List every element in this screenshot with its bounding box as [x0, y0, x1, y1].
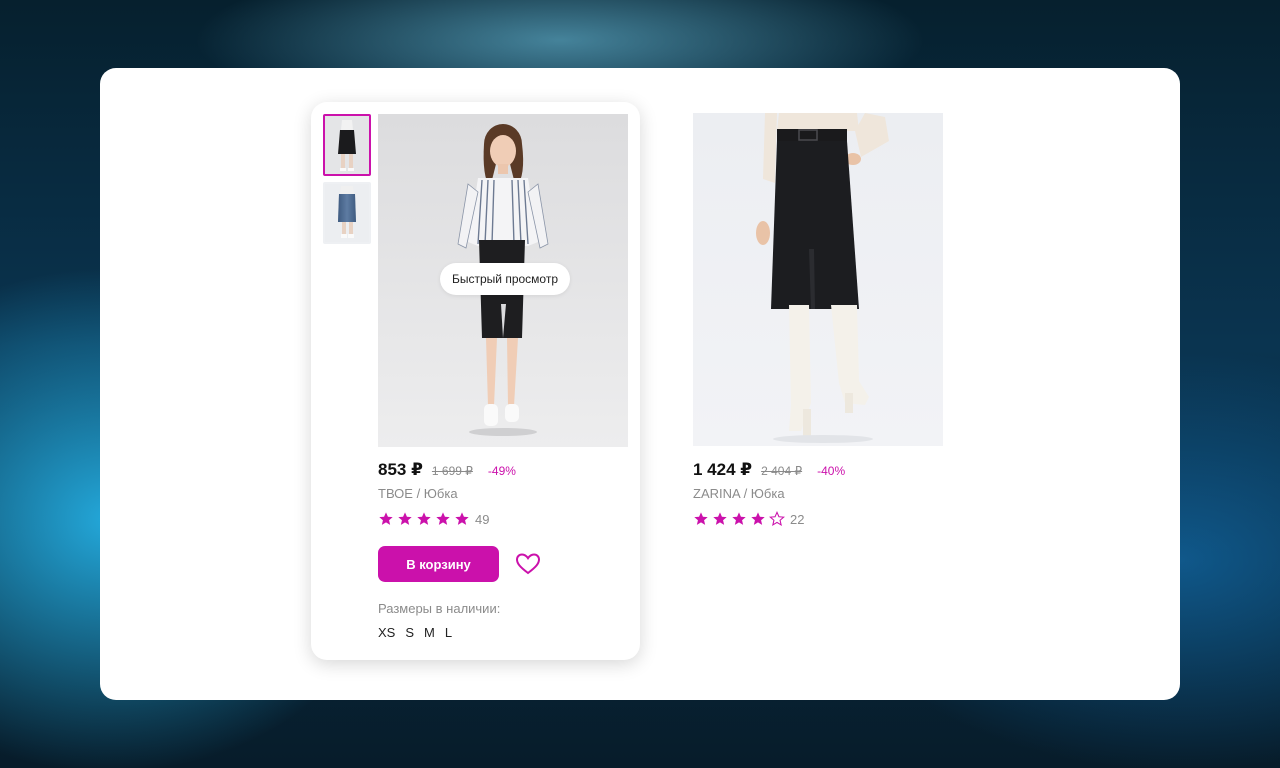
star-filled-icon	[732, 512, 746, 525]
star-filled-icon	[436, 512, 450, 525]
thumbnail-1[interactable]	[323, 114, 371, 176]
size-option[interactable]: S	[405, 625, 414, 640]
product-listing-panel: Быстрый просмотр 853 ₽ 1 699 ₽ -49% ТВОЕ…	[100, 68, 1180, 700]
price-row-2: 1 424 ₽ 2 404 ₽ -40%	[693, 460, 845, 480]
size-option[interactable]: M	[424, 625, 435, 640]
star-filled-icon	[694, 512, 708, 525]
brand-and-category[interactable]: ТВОЕ / Юбка	[378, 486, 458, 501]
brand-and-category[interactable]: ZARINA / Юбка	[693, 486, 785, 501]
star-filled-icon	[417, 512, 431, 525]
quick-view-button[interactable]: Быстрый просмотр	[440, 263, 571, 295]
product-card-1[interactable]: Быстрый просмотр 853 ₽ 1 699 ₽ -49% ТВОЕ…	[311, 102, 640, 660]
review-count: 22	[790, 511, 805, 527]
star-empty-icon	[769, 511, 785, 527]
current-price: 1 424 ₽	[693, 460, 753, 479]
background-frame: Быстрый просмотр 853 ₽ 1 699 ₽ -49% ТВОЕ…	[0, 0, 1280, 768]
old-price: 2 404 ₽	[761, 464, 803, 478]
star-filled-icon	[455, 512, 469, 525]
rating-2: 22	[693, 511, 804, 527]
current-price: 853 ₽	[378, 460, 423, 479]
old-price: 1 699 ₽	[431, 464, 473, 478]
add-to-cart-button[interactable]: В корзину	[378, 546, 499, 582]
thumbnail-strip	[323, 114, 371, 250]
star-filled-icon	[713, 512, 727, 525]
discount-badge: -40%	[817, 464, 846, 478]
star-filled-icon	[379, 512, 393, 525]
product-photo-1[interactable]: Быстрый просмотр	[378, 114, 628, 447]
size-list: XS S M L	[378, 625, 452, 640]
price-row-1: 853 ₽ 1 699 ₽ -49%	[378, 460, 516, 480]
rating-1: 49	[378, 511, 489, 527]
review-count: 49	[475, 511, 490, 527]
star-filled-icon	[398, 512, 412, 525]
product-photo-2[interactable]	[693, 113, 943, 446]
discount-badge: -49%	[487, 464, 516, 478]
thumbnail-2[interactable]	[323, 182, 371, 244]
size-option[interactable]: XS	[378, 625, 395, 640]
size-option[interactable]: L	[445, 625, 452, 640]
star-filled-icon	[751, 512, 765, 525]
sizes-label: Размеры в наличии:	[378, 601, 501, 616]
heart-icon[interactable]	[515, 552, 541, 576]
